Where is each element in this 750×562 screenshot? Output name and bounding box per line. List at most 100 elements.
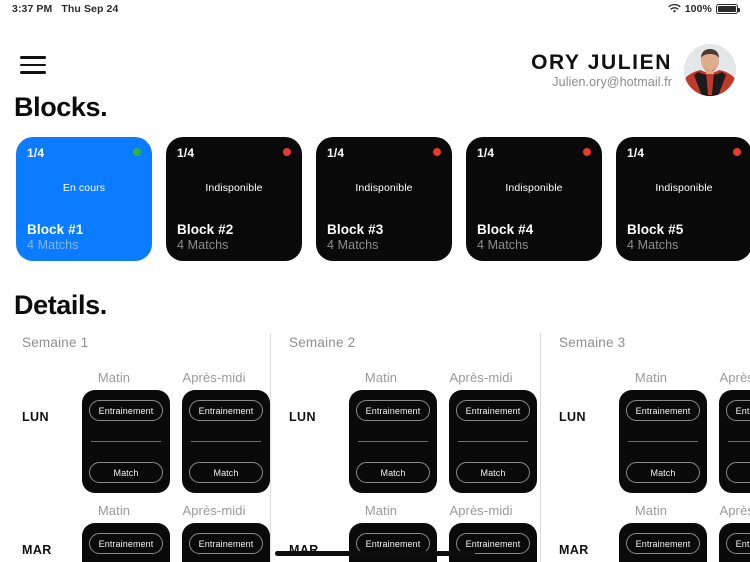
slot-divider	[628, 441, 698, 442]
day-row: MAR EntrainementMatch EntrainementMatch	[22, 523, 270, 562]
period-header: Après-midi	[182, 370, 246, 385]
slot-divider	[728, 441, 750, 442]
week-label: Semaine 3	[559, 335, 626, 350]
period-header: Matin	[364, 370, 398, 385]
wifi-icon	[668, 3, 681, 14]
period-header: Après-midi	[449, 370, 513, 385]
day-label: LUN	[289, 410, 316, 424]
block-status-dot	[733, 148, 741, 156]
activity-pill[interactable]: Match	[456, 462, 530, 483]
day-row: LUN Entrainement Match Entrainement Match	[559, 390, 750, 493]
blocks-carousel[interactable]: 1/4 En cours Block #1 4 Matchs 1/4 Indisponib…	[0, 123, 750, 268]
block-name: Block #4	[477, 222, 534, 237]
app-screen: 3:37 PM Thu Sep 24 100% ORY JULIEN Julie…	[0, 0, 750, 562]
status-date: Thu Sep 24	[61, 3, 119, 15]
day-label: LUN	[559, 410, 586, 424]
period-header: Après-midi	[449, 503, 513, 518]
block-status-dot	[433, 148, 441, 156]
slot-card[interactable]: EntrainementMatch	[449, 523, 537, 562]
activity-pill[interactable]: Match	[726, 462, 750, 483]
block-status-label: Indisponible	[355, 182, 413, 194]
details-section-title: Details.	[14, 290, 107, 320]
battery-percent-label: 100%	[684, 3, 712, 15]
block-matchs-count: 4 Matchs	[27, 238, 79, 252]
hamburger-menu-icon[interactable]	[20, 56, 46, 74]
activity-pill[interactable]: Entrainement	[189, 400, 263, 421]
period-headers: Matin Après-midi	[559, 503, 750, 523]
block-card[interactable]: 1/4 Indisponible Block #4 4 Matchs	[466, 137, 602, 261]
block-status-label: Indisponible	[205, 182, 263, 194]
period-header: Après-midi	[719, 503, 750, 518]
slot-divider	[191, 441, 261, 442]
status-bar-right: 100%	[668, 3, 741, 15]
block-card[interactable]: 1/4 Indisponible Block #2 4 Matchs	[166, 137, 302, 261]
status-bar: 3:37 PM Thu Sep 24 100%	[0, 0, 750, 18]
block-card[interactable]: 1/4 Indisponible Block #5 4 Matchs	[616, 137, 750, 261]
period-headers: Matin Après-midi	[289, 503, 540, 523]
block-status-label: Indisponible	[655, 182, 713, 194]
activity-pill[interactable]: Entrainement	[726, 400, 750, 421]
status-time: 3:37 PM	[12, 3, 53, 15]
user-avatar-photo[interactable]	[684, 44, 736, 96]
app-header: ORY JULIEN Julien.ory@hotmail.fr	[0, 18, 750, 96]
slot-divider	[91, 441, 161, 442]
activity-pill[interactable]: Entrainement	[89, 400, 163, 421]
activity-pill[interactable]: Entrainement	[456, 400, 530, 421]
week-label: Semaine 1	[22, 335, 89, 350]
block-status-label: En cours	[62, 182, 106, 194]
slot-card[interactable]: Entrainement Match	[82, 390, 170, 493]
user-text: ORY JULIEN Julien.ory@hotmail.fr	[531, 51, 672, 90]
week-column: Semaine 2 Matin Après-midi LUN Entrainement M…	[270, 333, 540, 562]
details-weeks-container[interactable]: Semaine 1 Matin Après-midi LUN Entrainement M…	[0, 333, 750, 562]
day-grid: Matin Après-midi LUN Entrainement Match Entra…	[289, 370, 540, 562]
user-profile[interactable]: ORY JULIEN Julien.ory@hotmail.fr	[531, 44, 736, 96]
activity-pill[interactable]: Match	[356, 462, 430, 483]
period-header: Matin	[634, 503, 668, 518]
activity-pill[interactable]: Entrainement	[626, 400, 700, 421]
period-headers: Matin Après-midi	[559, 370, 750, 390]
block-fraction: 1/4	[177, 146, 195, 160]
block-name: Block #2	[177, 222, 234, 237]
activity-pill[interactable]: Entrainement	[726, 533, 750, 554]
period-header: Après-midi	[182, 503, 246, 518]
block-status-label: Indisponible	[505, 182, 563, 194]
slot-card[interactable]: Entrainement Match	[182, 390, 270, 493]
week-column: Semaine 1 Matin Après-midi LUN Entrainement M…	[0, 333, 270, 562]
activity-pill[interactable]: Entrainement	[89, 533, 163, 554]
day-row: LUN Entrainement Match Entrainement Match	[289, 390, 540, 493]
activity-pill[interactable]: Entrainement	[356, 400, 430, 421]
slot-card[interactable]: Entrainement Match	[349, 390, 437, 493]
period-header: Matin	[97, 503, 131, 518]
day-row: MAR EntrainementMatch EntrainementMatch	[559, 523, 750, 562]
slot-card[interactable]: EntrainementMatch	[182, 523, 270, 562]
period-header: Après-midi	[719, 370, 750, 385]
activity-pill[interactable]: Match	[89, 462, 163, 483]
battery-icon	[716, 4, 741, 14]
block-matchs-count: 4 Matchs	[327, 238, 379, 252]
block-card[interactable]: 1/4 En cours Block #1 4 Matchs	[16, 137, 152, 261]
slot-card[interactable]: Entrainement Match	[449, 390, 537, 493]
status-bar-left: 3:37 PM Thu Sep 24	[12, 3, 118, 15]
home-indicator	[275, 551, 475, 556]
block-card[interactable]: 1/4 Indisponible Block #3 4 Matchs	[316, 137, 452, 261]
day-label: MAR	[559, 543, 589, 557]
slot-card[interactable]: EntrainementMatch	[619, 523, 707, 562]
slot-card[interactable]: Entrainement Match	[619, 390, 707, 493]
activity-pill[interactable]: Entrainement	[189, 533, 263, 554]
slot-card[interactable]: Entrainement Match	[719, 390, 750, 493]
activity-pill[interactable]: Entrainement	[626, 533, 700, 554]
block-name: Block #3	[327, 222, 384, 237]
activity-pill[interactable]: Match	[189, 462, 263, 483]
slot-card[interactable]: EntrainementMatch	[82, 523, 170, 562]
activity-pill[interactable]: Match	[626, 462, 700, 483]
period-headers: Matin Après-midi	[289, 370, 540, 390]
day-grid: Matin Après-midi LUN Entrainement Match Entra…	[22, 370, 270, 562]
week-column: Semaine 3MatinAprès-midiLUNEntrainementM…	[540, 333, 750, 562]
period-header: Matin	[364, 503, 398, 518]
period-header: Matin	[97, 370, 131, 385]
slot-card[interactable]: EntrainementMatch	[719, 523, 750, 562]
slot-card[interactable]: EntrainementMatch	[349, 523, 437, 562]
blocks-section-title: Blocks.	[14, 92, 108, 122]
week-label: Semaine 2	[289, 335, 356, 350]
block-matchs-count: 4 Matchs	[627, 238, 679, 252]
